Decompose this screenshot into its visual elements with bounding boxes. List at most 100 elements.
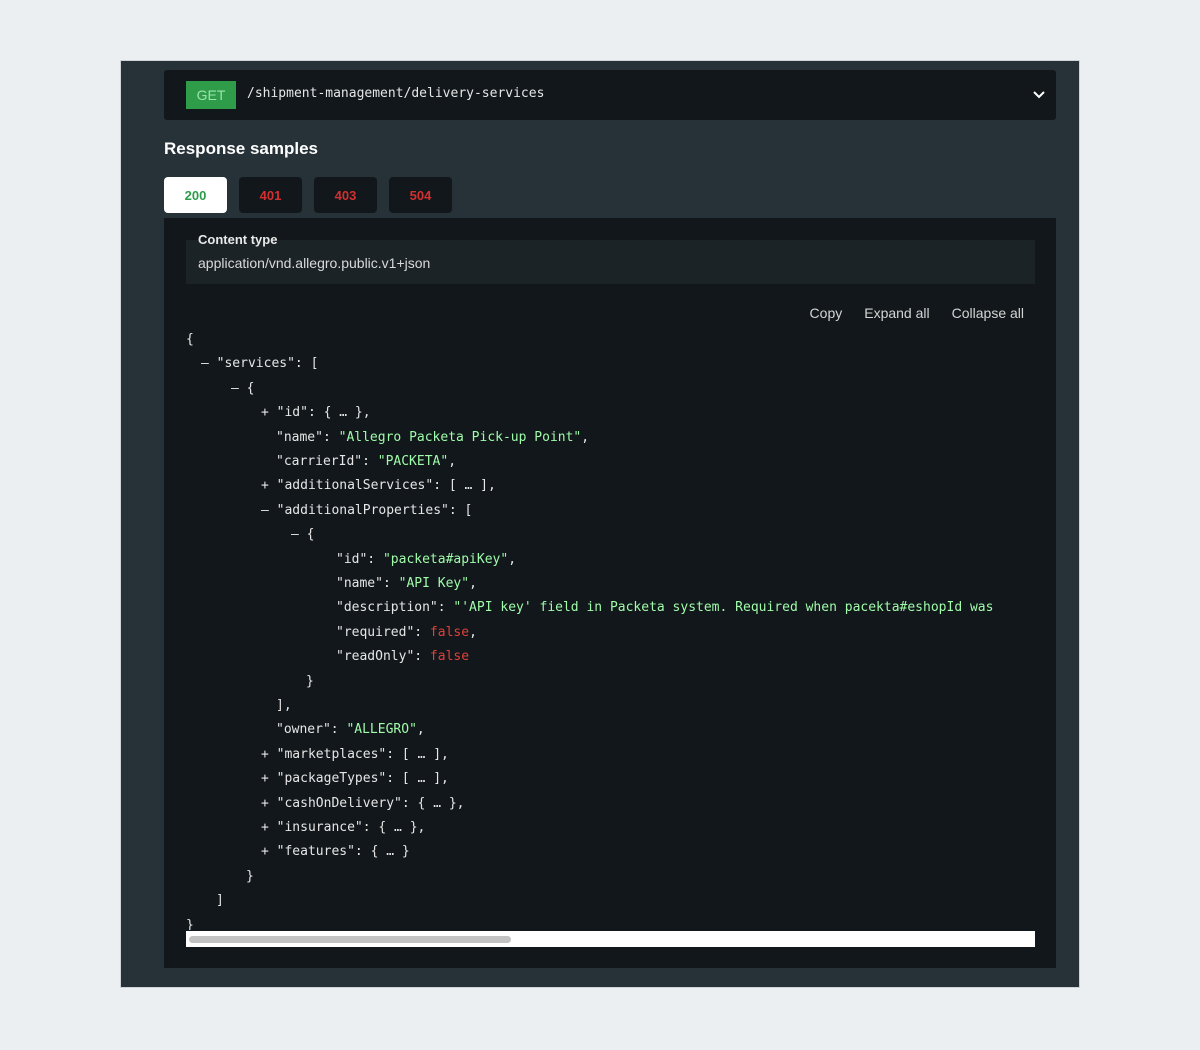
expand-toggle-icon[interactable]: + — [261, 844, 277, 859]
json-value: { — [186, 332, 194, 347]
code-line: } — [186, 916, 194, 930]
json-key: "id": — [336, 551, 383, 567]
code-line[interactable]: + "id": { … }, — [261, 403, 371, 423]
code-line: "name": "Allegro Packeta Pick-up Point", — [276, 428, 589, 448]
json-key: "required": — [336, 624, 430, 640]
code-line: "carrierId": "PACKETA", — [276, 452, 456, 472]
code-line: ], — [276, 696, 292, 716]
collapse-toggle-icon[interactable]: – — [201, 356, 217, 371]
json-value: [ … ], — [401, 746, 449, 762]
expand-all-button[interactable]: Expand all — [864, 305, 929, 321]
scrollbar-thumb[interactable] — [189, 936, 511, 943]
json-value: [ … ], — [401, 771, 449, 787]
json-value: { … }, — [417, 795, 465, 811]
json-key: "carrierId": — [276, 454, 378, 469]
code-line[interactable]: + "packageTypes": [ … ], — [261, 769, 449, 789]
response-sample-body: Content type application/vnd.allegro.pub… — [164, 218, 1056, 968]
json-value: { … } — [370, 844, 410, 860]
json-value: "Allegro Packeta Pick-up Point" — [338, 429, 582, 445]
json-value: false — [429, 624, 470, 640]
json-value: } — [186, 917, 194, 930]
code-line: "readOnly": false — [336, 647, 469, 667]
code-line: "description": "'API key' field in Packe… — [336, 598, 993, 618]
json-value: [ … ], — [448, 478, 496, 494]
code-line[interactable]: – "additionalProperties": [ — [261, 501, 472, 521]
json-value: "API Key" — [398, 576, 470, 591]
code-line[interactable]: + "features": { … } — [261, 842, 410, 862]
code-line: } — [306, 672, 314, 692]
expand-toggle-icon[interactable]: + — [261, 747, 277, 762]
content-type-value: application/vnd.allegro.public.v1+json — [198, 255, 431, 271]
json-key: "packageTypes": — [276, 771, 402, 787]
expand-toggle-icon[interactable]: + — [261, 796, 277, 811]
code-line[interactable]: + "insurance": { … }, — [261, 818, 425, 838]
endpoint-path: /shipment-management/delivery-services — [247, 86, 545, 101]
collapse-toggle-icon[interactable]: – — [231, 381, 247, 396]
code-line[interactable]: – "services": [ — [201, 354, 318, 374]
json-value: [ — [464, 502, 473, 518]
json-value: "'API key' field in Packeta system. Requ… — [453, 600, 994, 616]
json-value: "ALLEGRO" — [346, 722, 417, 738]
code-line[interactable]: + "additionalServices": [ … ], — [261, 476, 496, 496]
json-key: "services": — [216, 356, 311, 372]
collapse-all-button[interactable]: Collapse all — [952, 305, 1024, 321]
json-key: "cashOnDelivery": — [276, 795, 418, 811]
json-key: "description": — [336, 600, 454, 616]
code-line: "name": "API Key", — [336, 574, 477, 594]
json-punctuation: , — [581, 429, 590, 445]
chevron-down-icon[interactable] — [1030, 86, 1048, 104]
json-key: "additionalProperties": — [276, 502, 465, 518]
expand-toggle-icon[interactable]: + — [261, 405, 277, 420]
tab-401[interactable]: 401 — [239, 177, 302, 213]
http-method-badge: GET — [186, 81, 236, 109]
code-line[interactable]: – { — [291, 525, 314, 545]
json-value: { … }, — [378, 820, 426, 835]
code-line: "id": "packeta#apiKey", — [336, 550, 516, 570]
expand-toggle-icon[interactable]: + — [261, 771, 277, 786]
json-value: } — [246, 868, 254, 884]
json-value: ] — [216, 893, 224, 909]
json-value: [ — [310, 356, 319, 372]
api-response-panel: GET /shipment-management/delivery-servic… — [120, 60, 1080, 988]
code-line: "required": false, — [336, 623, 477, 643]
json-key: "id": — [276, 405, 324, 421]
endpoint-bar[interactable]: GET /shipment-management/delivery-servic… — [164, 70, 1056, 120]
tab-504[interactable]: 504 — [389, 177, 452, 213]
json-value: "packeta#apiKey" — [382, 551, 509, 567]
content-type-label: Content type — [198, 232, 278, 247]
code-line: { — [186, 330, 194, 350]
code-line[interactable]: + "cashOnDelivery": { … }, — [261, 794, 465, 814]
collapse-toggle-icon[interactable]: – — [291, 527, 307, 542]
content-type-box: Content type application/vnd.allegro.pub… — [186, 232, 1035, 284]
json-punctuation: , — [508, 551, 517, 567]
tab-200[interactable]: 200 — [164, 177, 227, 213]
code-line: ] — [216, 891, 224, 911]
json-value: { … }, — [323, 405, 371, 421]
code-actions: Copy Expand all Collapse all — [810, 305, 1024, 321]
json-key: "additionalServices": — [276, 478, 449, 494]
json-value: } — [306, 673, 314, 689]
json-key: "marketplaces": — [276, 746, 402, 762]
expand-toggle-icon[interactable]: + — [261, 820, 277, 835]
json-key: "insurance": — [276, 820, 379, 835]
code-line[interactable]: – { — [231, 379, 254, 399]
horizontal-scrollbar[interactable] — [186, 931, 1035, 947]
json-value: { — [246, 380, 255, 396]
code-line: "owner": "ALLEGRO", — [276, 720, 425, 740]
expand-toggle-icon[interactable]: + — [261, 478, 277, 493]
code-line: } — [246, 867, 254, 887]
json-code-viewer: {– "services": [– {+ "id": { … }, "name":… — [186, 330, 1035, 930]
json-value: false — [429, 649, 470, 665]
json-value: ], — [276, 698, 292, 713]
json-key: "readOnly": — [336, 649, 430, 665]
collapse-toggle-icon[interactable]: – — [261, 503, 277, 518]
json-value: "PACKETA" — [377, 454, 449, 469]
json-key: "owner": — [276, 722, 347, 738]
response-samples-heading: Response samples — [164, 139, 319, 158]
json-value: { — [306, 527, 315, 543]
tab-403[interactable]: 403 — [314, 177, 377, 213]
copy-button[interactable]: Copy — [810, 305, 843, 321]
code-line[interactable]: + "marketplaces": [ … ], — [261, 745, 449, 765]
json-punctuation: , — [416, 722, 425, 738]
json-punctuation: , — [469, 624, 477, 640]
